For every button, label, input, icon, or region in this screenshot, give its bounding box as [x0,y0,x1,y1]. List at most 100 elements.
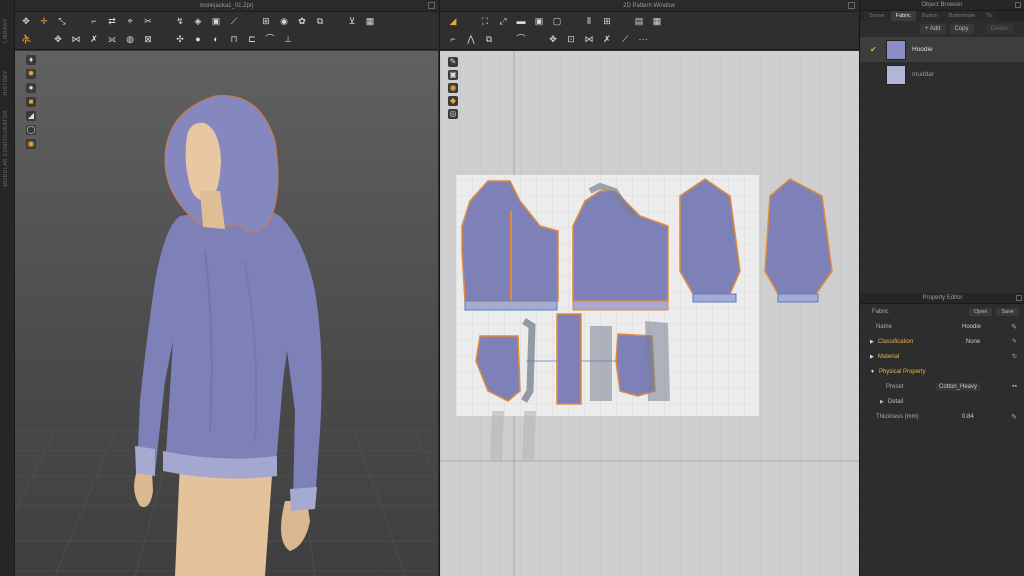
shade-icon[interactable]: ◐ [211,34,221,44]
ruler-2d-icon[interactable]: ⟋ [620,34,630,44]
tab-fabric[interactable]: Fabric [890,11,916,21]
save-button[interactable]: Save [996,307,1019,316]
cut-icon[interactable]: ✗ [89,34,99,44]
edit-curve-icon[interactable]: ⤢ [498,16,508,26]
copy-fabric-button[interactable]: Copy [949,24,974,34]
camera-icon[interactable]: ◉ [279,16,289,26]
delete-fabric-button[interactable]: Delete [985,24,1013,34]
pin-icon[interactable]: ⌖ [125,16,135,26]
pe-classification-row[interactable]: ▶ Classification None ✎ [860,334,1024,349]
notch-icon[interactable]: ✥ [548,34,558,44]
walk-icon[interactable]: ⛹ [21,34,32,44]
tab-topstitch[interactable]: To [981,11,997,21]
edit-pattern-icon[interactable]: ⛶ [480,16,490,26]
light-icon[interactable]: ◉ [26,139,36,149]
avatar-visibility-icon[interactable]: ◯ [26,125,36,135]
pe-detail-row[interactable]: ▶ Detail [860,394,1024,409]
sewing-icon[interactable]: ⦀ [584,16,594,26]
edit-icon[interactable]: ✎ [1011,323,1017,331]
thickness-value[interactable]: 0.84 [962,414,974,420]
circle-icon[interactable]: ▢ [552,16,562,26]
pe-maximize-icon[interactable] [1016,295,1022,301]
fabric-item-muddar[interactable]: muddar [860,62,1024,87]
folder-icon[interactable]: ▪▪ [1012,383,1017,390]
select-icon[interactable]: ✥ [21,16,31,26]
sphere-icon[interactable]: ● [193,34,203,44]
wireframe-icon[interactable]: ◢ [26,111,36,121]
pe-name-value[interactable]: Hoodie [962,324,981,330]
steam-icon[interactable]: ◈ [193,16,203,26]
edit-thickness-icon[interactable]: ✎ [1011,413,1017,421]
maximize-icon[interactable] [428,2,435,9]
fabric-2d-icon[interactable]: ◆ [448,96,458,106]
collapse-icon[interactable]: ▼ [870,369,875,375]
select-mesh-icon[interactable]: ⤡ [57,16,67,26]
pattern-visibility-icon[interactable]: ▣ [448,70,458,80]
texture-2d-icon[interactable]: ◉ [448,83,458,93]
transform-pattern-icon[interactable]: ◢ [448,16,458,26]
tab-scene[interactable]: Scene [864,11,890,21]
pe-material-row[interactable]: ▶ Material ↻ [860,349,1024,364]
grid-icon[interactable]: ▦ [365,16,375,26]
zipper-icon[interactable]: ⧉ [315,16,325,26]
internal-line-icon[interactable]: ⌐ [448,34,458,44]
fold-arrange-icon[interactable]: ⋈ [71,34,81,44]
refresh-icon[interactable]: ↻ [1012,353,1017,360]
texture-mode-icon[interactable]: ■ [26,97,36,107]
lock-icon[interactable]: ⊓ [229,34,239,44]
open-button[interactable]: Open [968,307,993,316]
tab-button[interactable]: Button [916,11,943,21]
fabric-icon[interactable]: ▤ [634,16,644,26]
measure-icon[interactable]: ⊥ [283,34,293,44]
2d-viewport[interactable]: ✎ ▣ ◉ ◆ ◎ [440,51,859,576]
expand-detail-icon[interactable]: ▶ [880,399,884,405]
strap-icon[interactable]: ⊻ [347,16,357,26]
avatar-icon[interactable]: ● [26,83,36,93]
library-tab[interactable]: LIBRARY [3,18,9,43]
expand-material-icon[interactable]: ▶ [870,354,874,360]
tape-icon[interactable]: ⋯ [638,34,648,44]
modular-configurator-tab[interactable]: MODULAR CONFIGURATOR [3,110,9,186]
pleat-icon[interactable]: ⋈ [584,34,594,44]
pe-physical-row[interactable]: ▼ Physical Property [860,364,1024,379]
sewing-visibility-icon[interactable]: ◎ [448,109,458,119]
tack-icon[interactable]: ✂ [143,16,153,26]
fabric-item-hoodie[interactable]: ✔ Hoodie [860,37,1024,62]
sew-icon[interactable]: ⟗ [107,34,117,44]
bend-icon[interactable]: ⌒ [265,34,275,44]
bag-icon[interactable]: ✿ [297,16,307,26]
expand-icon[interactable]: ▶ [870,339,874,345]
press-icon[interactable]: ✣ [175,34,185,44]
texture-icon[interactable]: ▣ [211,16,221,26]
cut-2d-icon[interactable]: ✗ [602,34,612,44]
fold-2d-icon[interactable]: ⌒ [516,34,526,44]
polygon-icon[interactable]: ▣ [534,16,544,26]
arrange-icon[interactable]: ⇄ [107,16,117,26]
edit-class-icon[interactable]: ✎ [1012,338,1017,345]
fullness-icon[interactable]: ⊡ [566,34,576,44]
pattern-icon[interactable]: ⊠ [143,34,153,44]
tab-buttonhole[interactable]: Buttonhole [943,11,981,21]
tuck-icon[interactable]: ⊏ [247,34,257,44]
3d-viewport[interactable]: ♦ ✹ ● ■ ◢ ◯ ◉ [15,51,438,576]
rectangle-icon[interactable]: ▬ [516,16,526,26]
avatar-measure-icon[interactable]: ↯ [175,16,185,26]
add-fabric-button[interactable]: + Add [920,24,946,34]
segment-sew-icon[interactable]: ⊞ [602,16,612,26]
trace-icon[interactable]: ⧉ [484,34,494,44]
fold-icon[interactable]: ⌐ [89,16,99,26]
seam-icon[interactable]: ⟋ [229,16,239,26]
gear-icon[interactable]: ✹ [26,69,36,79]
dart-icon[interactable]: ⋀ [466,34,476,44]
transform-icon[interactable]: ✛ [39,16,49,26]
history-tab[interactable]: HISTORY [3,70,9,96]
smooth-icon[interactable]: ◍ [125,34,135,44]
pin-drag-icon[interactable]: ✥ [53,34,63,44]
preset-dropdown[interactable]: Cotton_Heavy [936,382,981,391]
grid-2d-icon[interactable]: ▦ [652,16,662,26]
brush-icon[interactable]: ✎ [448,57,458,67]
maximize-2d-icon[interactable] [848,2,855,9]
ruler-icon[interactable]: ⊞ [261,16,271,26]
ob-maximize-icon[interactable] [1015,2,1021,8]
shirt-icon[interactable]: ♦ [26,55,36,65]
